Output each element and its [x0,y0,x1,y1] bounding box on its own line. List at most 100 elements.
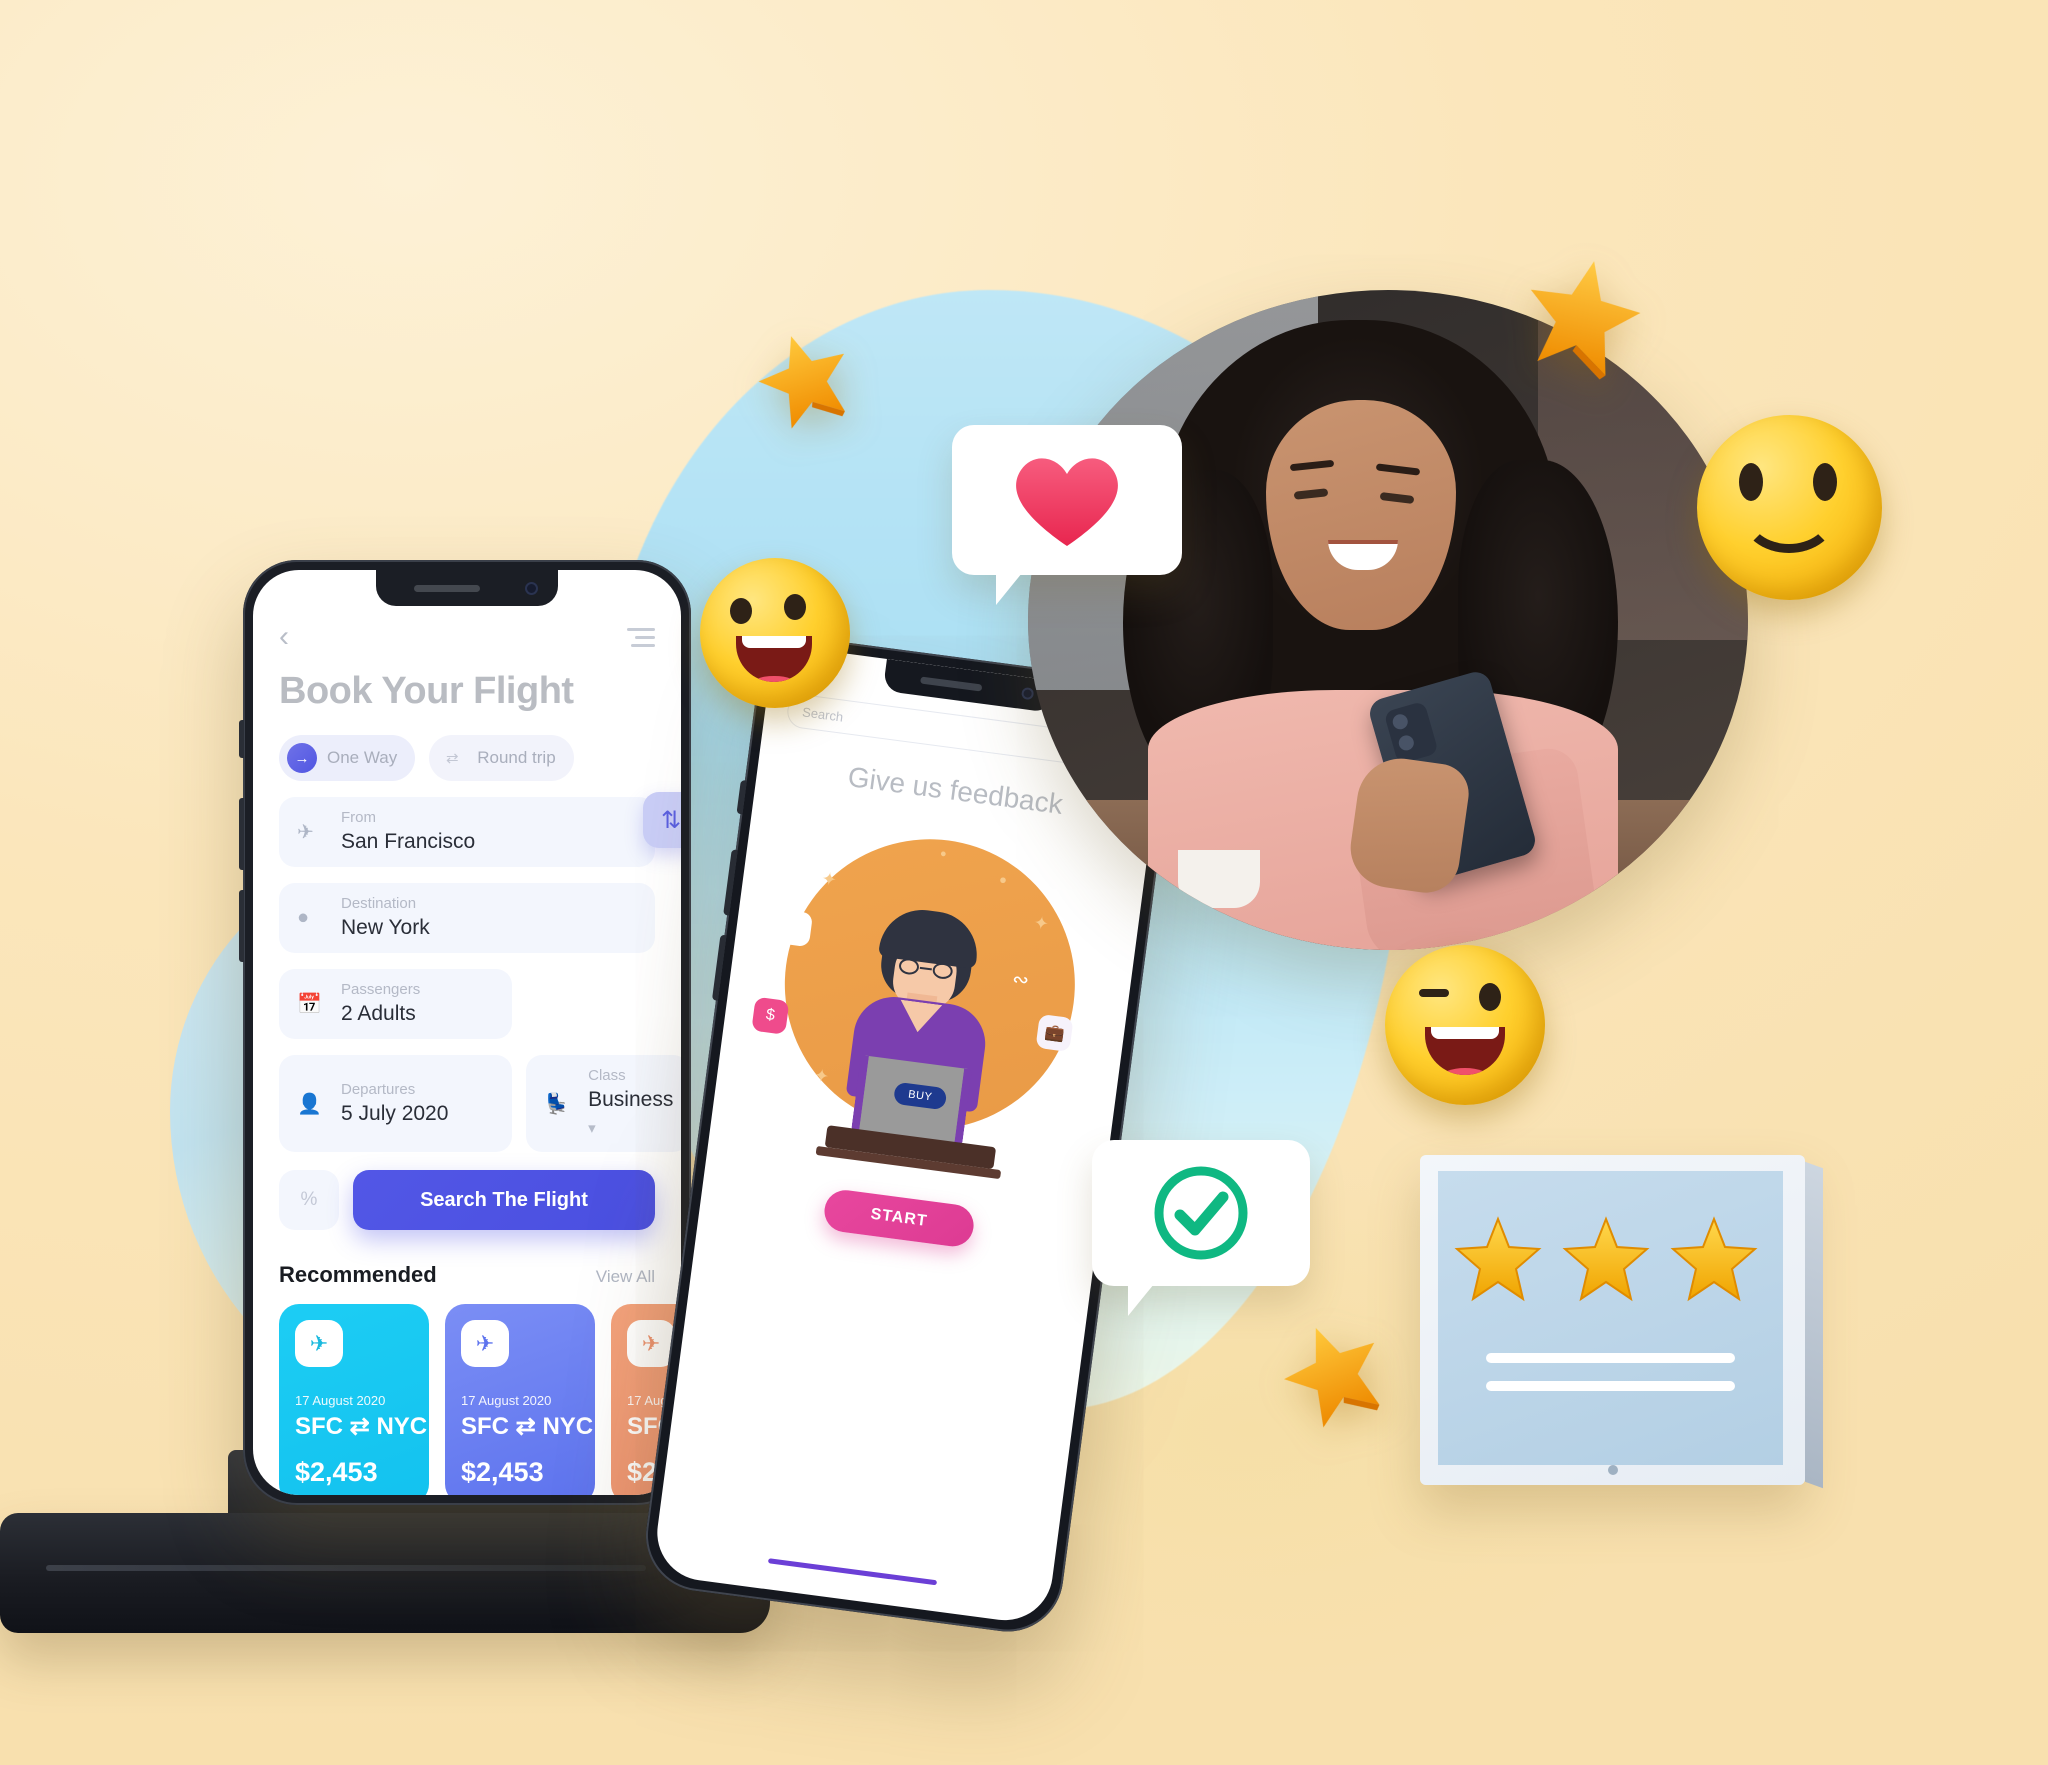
card-price: $2,453 [461,1457,544,1488]
sparkle-icon: ✦ [812,1065,831,1087]
phone-notch [376,570,558,606]
card-route: SFC ⇄ NYC [461,1413,594,1441]
illustration-person: BUY [815,904,1011,1180]
page-title: Book Your Flight [279,670,574,712]
destination-field[interactable]: ● Destination New York [279,883,655,954]
board-camera-dot [1607,1465,1618,1475]
class-field[interactable]: 💺 Class Business ▾ [526,1055,681,1153]
from-field-label: From [341,809,376,826]
chevron-left-icon[interactable]: ‹ [279,622,289,652]
front-camera [525,582,538,595]
check-circle-icon [1154,1166,1248,1260]
class-field-value: Business ▾ [588,1086,673,1141]
emoji-teeth [742,636,806,648]
board-line-1 [1486,1353,1735,1363]
map-pin-icon: ● [297,906,310,929]
hamburger-menu-icon[interactable] [627,627,655,647]
passengers-field[interactable]: 📅 Passengers 2 Adults [279,969,513,1040]
board-star-3 [1670,1216,1758,1302]
board-side-edge [1805,1161,1823,1489]
board-inner-panel [1438,1171,1783,1465]
from-field-value: San Francisco [341,829,476,853]
search-placeholder-text: Search [801,703,845,725]
photo-face [1266,400,1456,630]
from-field[interactable]: ✈ From San Francisco [279,797,655,868]
board-line-2 [1486,1381,1735,1391]
airplane-icon: ✈ [461,1320,509,1368]
passengers-field-label: Passengers [341,981,421,999]
app-topbar: ‹ [279,622,655,652]
heart-icon [1016,458,1118,546]
emoji-eye-left [730,598,752,624]
five-star-rating-board [1420,1155,1823,1489]
arrow-right-icon: → [287,743,317,773]
passengers-field-value: 2 Adults [341,1001,416,1025]
laptop-buy-button: BUY [892,1081,948,1111]
person-icon: 👤 [297,1093,322,1116]
photo-coffee-cup [1178,850,1260,908]
departures-field-value: 5 July 2020 [341,1101,449,1125]
destination-field-value: New York [341,915,430,939]
search-the-flight-button[interactable]: Search The Flight [353,1170,655,1231]
board-star-2 [1562,1216,1650,1302]
calendar-icon: 📅 [297,993,322,1016]
card-date: 17 August 2020 [295,1393,386,1409]
start-button[interactable]: START [821,1187,977,1249]
phone-side-button-mute [239,720,244,758]
emoji-eye-wink [1419,989,1449,997]
tab-one-way-label: One Way [327,748,398,767]
woman-smiling-with-phone-photo [1028,290,1748,950]
card-price: $2,453 [295,1457,378,1488]
chevron-down-icon[interactable]: ▾ [588,1120,596,1137]
check-bubble [1092,1140,1310,1316]
wave-icon: ∾ [1010,968,1031,993]
grinning-emoji [700,558,850,708]
sparkle-icon: ✦ [820,868,839,891]
emoji-open-mouth [1425,1027,1505,1075]
emoji-smile [1741,477,1837,553]
view-all-link[interactable]: View All [596,1267,655,1287]
board-star-1 [1454,1216,1542,1302]
class-field-label: Class [588,1067,626,1085]
phone-flight-screen: ‹ Book Your Flight → One Way ⇄ Round tri… [253,570,681,1495]
seat-icon: 💺 [544,1093,570,1116]
star-3d-top-right [1509,243,1657,388]
destination-field-label: Destination [341,895,417,913]
departures-field-label: Departures [341,1080,416,1098]
swap-vertical-icon[interactable]: ⇅ [643,792,681,848]
phone-side-button-volume-down [239,890,244,962]
card-route: SFC ⇄ NYC [295,1413,428,1441]
percent-icon[interactable]: % [279,1170,339,1231]
emoji-teeth [1431,1027,1499,1040]
departures-field[interactable]: 👤 Departures 5 July 2020 [279,1055,513,1153]
recommended-card[interactable]: ✈ 17 August 2020 SFC ⇄ NYC $2,453 [445,1304,595,1495]
earpiece-speaker [920,676,983,692]
recommended-cards-list[interactable]: ✈ 17 August 2020 SFC ⇄ NYC $2,453 ✈ 17 A… [279,1304,681,1495]
home-indicator [767,1558,938,1586]
shopping-bag-icon: 💼 [1035,1013,1074,1053]
dollar-icon: $ [751,996,790,1035]
emoji-open-mouth [736,636,812,682]
photo-phone-camera [1383,700,1439,765]
airplane-icon: ✈ [295,1320,343,1368]
trip-type-tabs: → One Way ⇄ Round trip [279,735,655,781]
board-stars [1454,1216,1758,1302]
recommended-heading: Recommended [279,1262,437,1288]
recommended-card[interactable]: ✈ 17 August 2020 SFC ⇄ NYC $2,453 [279,1304,429,1495]
tab-one-way[interactable]: → One Way [279,735,416,781]
tab-round-trip-label: Round trip [477,748,556,767]
winking-emoji [1385,945,1545,1105]
swap-horizontal-icon: ⇄ [437,743,468,773]
phone-side-button-volume-up [239,798,244,870]
card-date: 17 August 2020 [461,1393,552,1409]
airplane-takeoff-icon: ✈ [297,821,314,844]
smiley-emoji [1697,415,1882,600]
earpiece-speaker [414,585,480,592]
tab-round-trip[interactable]: ⇄ Round trip [429,735,574,781]
emoji-eye-right [784,594,806,620]
heart-icon: ❤ [774,909,814,948]
heart-bubble [952,425,1182,605]
emoji-eye-right [1479,983,1501,1011]
phone-flight-booking: ‹ Book Your Flight → One Way ⇄ Round tri… [239,560,691,1505]
class-value-text: Business [588,1087,674,1111]
